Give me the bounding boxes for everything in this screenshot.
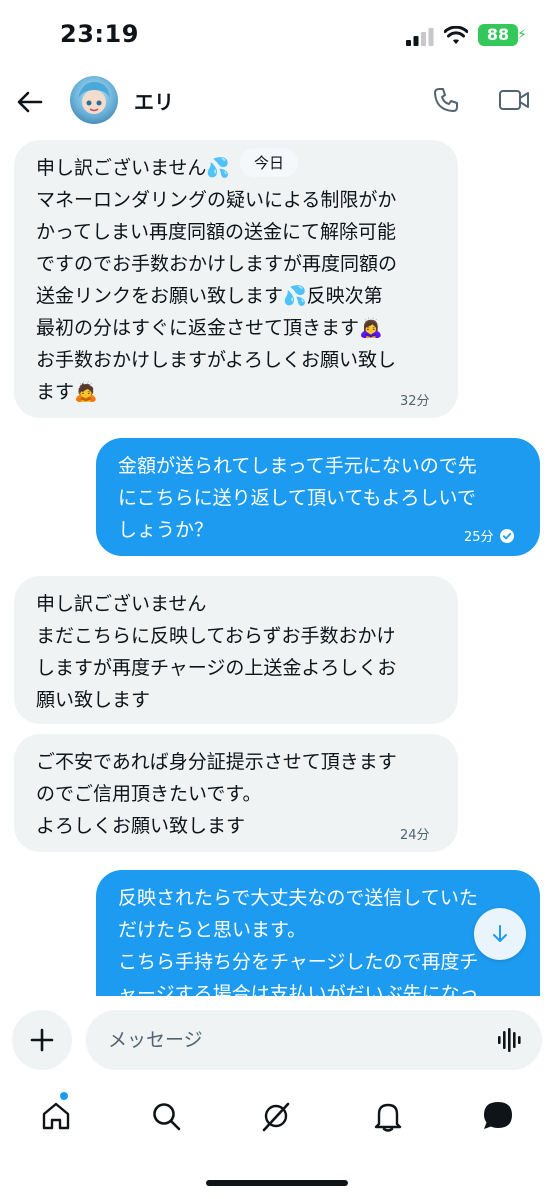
unread-dot	[60, 1092, 68, 1100]
message-line: まだこちらに反映しておらずお手数おかけ	[36, 625, 396, 647]
charging-icon: ⚡	[517, 27, 527, 43]
message-line: ャージする場合は支払いがだいぶ先になっ	[118, 983, 479, 996]
battery-level: 88	[478, 24, 518, 46]
message-line: 申し訳ございません	[36, 593, 207, 615]
home-icon	[42, 1102, 70, 1130]
nav-search[interactable]	[146, 1096, 186, 1136]
message-line: にこちらに送り返して頂いてもよろしいで	[118, 487, 476, 509]
message-meta: 25分	[464, 526, 514, 545]
message-line: ご不安であれば身分証提示させて頂きます	[36, 751, 397, 773]
status-time: 23:19	[60, 20, 139, 48]
waveform-icon	[498, 1028, 521, 1052]
message-line: かってしまい再度同額の送金にて解除可能	[36, 221, 397, 243]
plus-icon	[30, 1028, 54, 1052]
phone-icon	[434, 88, 458, 112]
message-timestamp: 24分	[400, 828, 430, 843]
message-line: 願い致します	[36, 689, 151, 711]
date-divider: 今日	[240, 148, 299, 177]
home-indicator	[206, 1180, 348, 1186]
message-timestamp: 32分	[400, 394, 430, 409]
message-input[interactable]	[86, 1010, 542, 1070]
nav-grok[interactable]	[256, 1096, 296, 1136]
message-bubble-incoming[interactable]: 申し訳ございません まだこちらに反映しておらずお手数おかけ しますが再度チャージ…	[14, 576, 458, 724]
bottom-navigation	[0, 1082, 554, 1152]
chat-header: エリ	[0, 72, 554, 134]
message-composer	[0, 1004, 554, 1076]
nav-notifications[interactable]	[368, 1096, 408, 1136]
notifications-icon	[374, 1103, 402, 1132]
message-timestamp: 25分	[464, 530, 494, 545]
dm-screen: 23:19 88 ⚡ エリ 申し訳ございません💦 マネーロンダリングの疑いによる…	[0, 0, 554, 1199]
wifi-icon	[444, 26, 468, 44]
message-line: こちら手持ち分をチャージしたので再度チ	[118, 951, 479, 973]
call-button[interactable]	[428, 82, 464, 118]
message-line: 反映されたらで大丈夫なので送信していた	[118, 887, 478, 909]
message-bubble-incoming[interactable]: ご不安であれば身分証提示させて頂きます のでご信用頂きたいです。 よろしくお願い…	[14, 734, 458, 852]
arrow-left-icon	[17, 91, 43, 113]
message-line: よろしくお願い致します	[36, 815, 246, 837]
avatar[interactable]	[70, 76, 118, 124]
message-line: ます🙇	[36, 381, 98, 403]
message-line: ですのでお手数おかけしますが再度同額の	[36, 253, 398, 275]
message-line: マネーロンダリングの疑いによる制限がか	[36, 189, 397, 211]
message-line: 最初の分はすぐに返金させて頂きます🙇‍♀️	[36, 317, 383, 339]
contact-name[interactable]: エリ	[134, 86, 174, 115]
message-line: 申し訳ございません💦	[36, 157, 231, 179]
scroll-to-bottom-button[interactable]	[474, 908, 526, 960]
message-bubble-incoming[interactable]: 申し訳ございません💦 マネーロンダリングの疑いによる制限がか かってしまい再度同…	[14, 140, 458, 418]
add-attachment-button[interactable]	[12, 1010, 72, 1070]
arrow-down-icon	[493, 925, 507, 942]
read-check-icon	[499, 528, 514, 543]
avatar-image	[78, 82, 110, 114]
message-line: しますが再度チャージの上送金よろしくお	[36, 657, 397, 679]
voice-message-button[interactable]	[496, 1026, 524, 1054]
back-button[interactable]	[10, 82, 50, 122]
video-call-button[interactable]	[494, 82, 534, 118]
message-line: のでご信用頂きたいです。	[36, 783, 262, 805]
search-icon	[153, 1103, 181, 1131]
message-line: しょうか？	[118, 519, 214, 541]
status-bar: 23:19 88 ⚡	[0, 0, 554, 72]
message-line: 送金リンクをお願い致します💦反映次第	[36, 285, 383, 307]
message-line: 金額が送られてしまって手元にないので先	[118, 455, 477, 477]
nav-home[interactable]	[36, 1096, 76, 1136]
cellular-signal-icon	[406, 28, 434, 46]
grok-icon	[262, 1102, 290, 1132]
message-list[interactable]: 申し訳ございません💦 マネーロンダリングの疑いによる制限がか かってしまい再度同…	[0, 134, 554, 996]
nav-messages[interactable]	[478, 1096, 518, 1136]
message-line: だけたらと思います。	[118, 919, 307, 941]
video-icon	[499, 90, 529, 110]
message-line: お手数おかけしますがよろしくお願い致し	[36, 349, 397, 371]
messages-icon	[484, 1102, 512, 1129]
